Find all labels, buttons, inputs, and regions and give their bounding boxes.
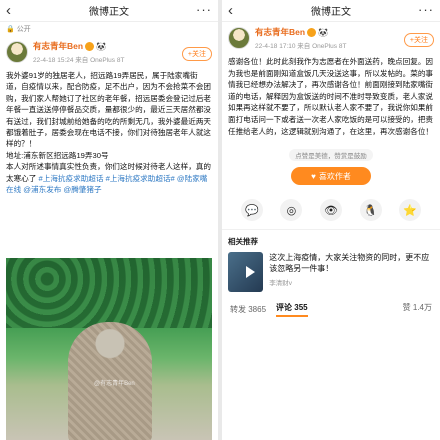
heart-icon: ♥ — [311, 171, 316, 181]
page-title: 微博正文 — [89, 7, 129, 18]
page-title: 微博正文 — [311, 7, 351, 18]
section-label: 相关推荐 — [228, 237, 258, 247]
more-icon[interactable]: ··· — [196, 2, 212, 17]
related-title[interactable]: 这次上海疫情，大家关注物资的同时，更不应该忽略另一件事！ — [269, 252, 434, 274]
foliage-background — [6, 258, 212, 328]
share-bar: 💬 ◎ 👁 🐧 ⭐ — [222, 185, 440, 231]
panda-icon: 🐼 — [96, 41, 107, 51]
moments-icon[interactable]: ◎ — [280, 199, 303, 222]
author-header: 有志青年Ben 🐼 22-4-18 15:24 来自 OnePlus 8T +关… — [0, 36, 218, 68]
post-source: 来自 OnePlus 8T — [75, 57, 125, 64]
reward-hint: 点赞是美德，赞赏是鼓励 — [289, 149, 373, 162]
photo-watermark: @有志青年Ben — [94, 381, 135, 387]
post-source: 来自 OnePlus 8T — [297, 43, 347, 50]
panda-icon: 🐼 — [318, 27, 329, 37]
right-screenshot: ‹ 微博正文 ··· 有志青年Ben 🐼 22-4-18 17:10 来自 On… — [222, 0, 440, 440]
related-item[interactable]: 这次上海疫情，大家关注物资的同时，更不应该忽略另一件事！ 李清财v — [222, 250, 440, 294]
video-thumbnail[interactable] — [228, 252, 264, 293]
top-bar: ‹ 微博正文 ··· — [0, 0, 218, 22]
avatar[interactable] — [6, 41, 28, 63]
weibo-icon[interactable]: 👁 — [319, 199, 342, 222]
reward-button[interactable]: ♥ 喜欢作者 — [291, 167, 371, 186]
author-name[interactable]: 有志青年Ben — [255, 26, 305, 38]
post-text: 我外婆91岁的独居老人，招远路19弄居民，属于陆家嘴街道，自疫情以来，配合防疫，… — [6, 71, 212, 195]
lock-icon: 🔒 — [6, 26, 15, 33]
wechat-icon[interactable]: 💬 — [240, 199, 263, 222]
top-bar: ‹ 微博正文 ··· — [222, 0, 440, 22]
qq-icon[interactable]: 🐧 — [359, 199, 382, 222]
tab-like[interactable]: 赞 1.4万 — [403, 302, 432, 313]
follow-button[interactable]: +关注 — [181, 47, 212, 61]
tab-comment[interactable]: 评论 355 — [276, 302, 308, 317]
reward-section: 点赞是美德，赞赏是鼓励 ♥ 喜欢作者 — [222, 145, 440, 186]
author-name[interactable]: 有志青年Ben — [33, 40, 83, 52]
left-screenshot: ‹ 微博正文 ··· 🔒 公开 有志青年Ben 🐼 22-4-18 15:24 … — [0, 0, 218, 440]
qzone-icon[interactable]: ⭐ — [399, 199, 422, 222]
vip-badge-icon — [85, 41, 95, 51]
related-source: 李清财v — [269, 280, 293, 288]
more-icon[interactable]: ··· — [418, 2, 434, 17]
follow-button[interactable]: +关注 — [403, 33, 434, 47]
vip-badge-icon — [307, 27, 317, 37]
visibility-label: 🔒 公开 — [6, 26, 31, 33]
post-time: 22-4-18 15:24 — [33, 57, 74, 64]
tab-repost[interactable]: 转发 3865 — [230, 304, 266, 315]
post-time: 22-4-18 17:10 — [255, 43, 296, 50]
address-line: 地址:浦东新区招远路19弄30号 — [6, 150, 109, 160]
stats-tabs: 转发 3865 评论 355 赞 1.4万 — [222, 294, 440, 317]
back-icon[interactable]: ‹ — [6, 2, 11, 20]
back-icon[interactable]: ‹ — [228, 2, 233, 20]
avatar[interactable] — [228, 27, 250, 49]
author-header: 有志青年Ben 🐼 22-4-18 17:10 来自 OnePlus 8T +关… — [222, 22, 440, 54]
post-text: 感谢各位！此时此刻我作为志愿者在外面送药，晚点回复。因为我也是前面刚知道盒饭几天… — [228, 57, 434, 136]
post-photo[interactable]: @有志青年Ben — [6, 258, 212, 440]
hashtag-links[interactable]: #上海抗疫求助超话 #上海抗疫求助超话# @陆家嘴在线 @浦东发布 @腾肇猪子 — [6, 174, 207, 194]
